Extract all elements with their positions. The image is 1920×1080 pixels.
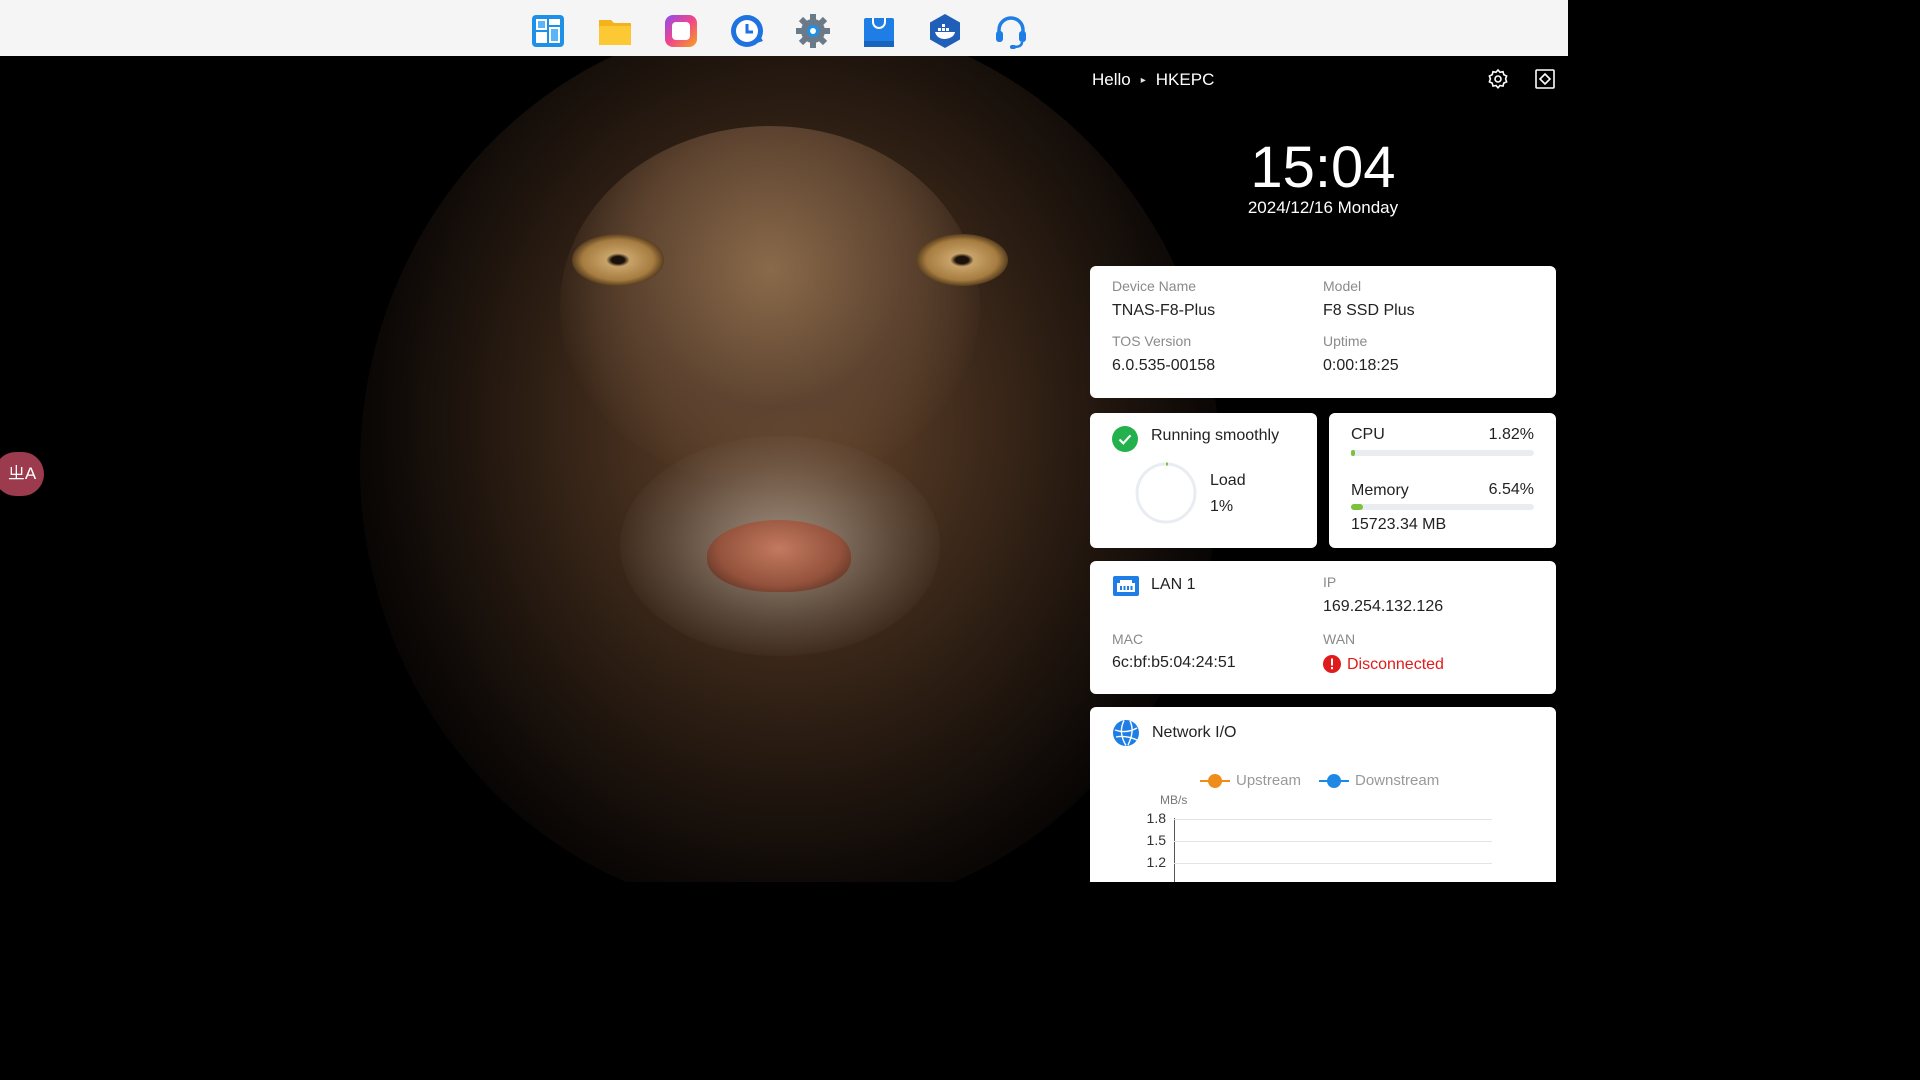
file-manager-icon[interactable] [597,13,633,49]
cpu-label: CPU [1351,426,1385,443]
system-health-card: Running smoothly Load 1% [1090,413,1317,548]
wallpaper-lynx-eye-left [572,234,664,286]
mac-value: 6c:bf:b5:04:24:51 [1112,654,1236,671]
app-center-icon[interactable] [861,13,897,49]
lan-label: LAN 1 [1151,576,1196,593]
chart-y-axis [1174,818,1175,882]
y-tick-1-2: 1.2 [1146,854,1166,870]
photos-app-icon[interactable] [663,13,699,49]
cpu-value: 1.82% [1488,426,1534,443]
memory-value: 6.54% [1488,481,1534,498]
settings-gear-icon[interactable] [795,13,831,49]
downstream-swatch [1319,773,1349,788]
uptime-label: Uptime [1323,333,1368,349]
chart-unit-label: MB/s [1160,793,1188,807]
device-name-label: Device Name [1112,278,1197,294]
device-info-card: Device Name TNAS-F8-Plus Model F8 SSD Pl… [1090,266,1556,398]
memory-label: Memory [1351,482,1409,499]
username: HKEPC [1155,70,1215,89]
widget-settings-icon[interactable] [1487,68,1509,90]
network-io-card: Network I/O Upstream Downstream MB/s 1.8… [1090,707,1556,882]
translate-button[interactable]: ㄓA [0,452,44,496]
ethernet-port-icon [1112,574,1140,598]
ip-value: 169.254.132.126 [1323,598,1444,615]
model-value: F8 SSD Plus [1323,302,1415,319]
device-name-value: TNAS-F8-Plus [1112,302,1216,319]
grid-line [1174,863,1492,864]
cpu-usage-bar-fill [1351,450,1355,456]
ip-label: IP [1323,574,1337,590]
check-circle-icon [1112,426,1138,452]
error-alert-icon [1323,655,1341,673]
backup-app-icon[interactable] [729,13,765,49]
wallpaper-lynx-forehead [560,126,980,486]
clock-time: 15:04 [1250,135,1396,200]
cpu-usage-bar [1351,450,1534,456]
health-status: Running smoothly [1151,427,1280,444]
memory-total: 15723.34 MB [1351,516,1447,533]
legend-downstream[interactable]: Downstream [1319,772,1439,789]
load-value: 1% [1210,498,1234,515]
upstream-swatch [1200,773,1230,788]
legend-upstream[interactable]: Upstream [1200,772,1301,789]
control-panel-icon[interactable] [530,13,566,49]
docker-icon[interactable] [927,13,963,49]
grid-line [1174,841,1492,842]
mac-label: MAC [1112,631,1144,647]
y-tick-1-5: 1.5 [1146,832,1166,848]
tos-version-value: 6.0.535-00158 [1112,357,1216,374]
network-io-title: Network I/O [1152,724,1237,741]
network-card: LAN 1 IP 169.254.132.126 MAC 6c:bf:b5:04… [1090,561,1556,694]
translate-icon: ㄓA [7,464,37,483]
legend-upstream-label: Upstream [1236,772,1302,789]
grid-line [1174,819,1492,820]
y-tick-1-8: 1.8 [1146,810,1166,826]
support-headset-icon[interactable] [993,13,1029,49]
uptime-value: 0:00:18:25 [1323,357,1399,374]
widget-fullscreen-icon[interactable] [1534,68,1556,90]
wan-status: Disconnected [1347,656,1444,673]
wan-label: WAN [1323,631,1356,647]
clock-date: 2024/12/16 Monday [1247,198,1399,217]
globe-icon [1112,719,1140,747]
legend-downstream-label: Downstream [1355,772,1440,789]
user-greeting[interactable]: Hello ▸ HKEPC [1092,70,1214,90]
resource-usage-card: CPU 1.82% Memory 6.54% 15723.34 MB [1329,413,1556,548]
wallpaper-lynx-eye-right [916,234,1008,286]
memory-usage-bar-fill [1351,504,1363,510]
tos-version-label: TOS Version [1112,333,1192,349]
model-label: Model [1323,278,1362,294]
greeting-text: Hello [1092,70,1131,89]
separator-dot-icon: ▸ [1140,74,1146,86]
top-dock [0,0,1568,56]
load-gauge [1135,462,1197,524]
wallpaper-lynx-nose [707,520,851,592]
memory-usage-bar [1351,504,1534,510]
load-label: Load [1210,472,1246,489]
